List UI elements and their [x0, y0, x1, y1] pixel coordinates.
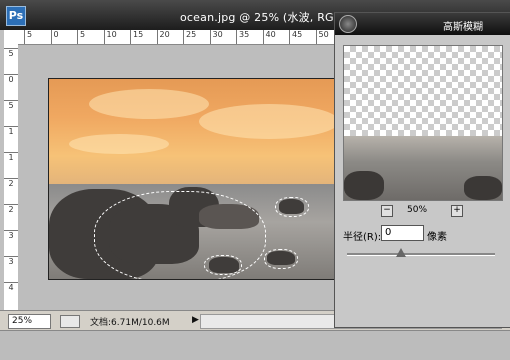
ruler-tick-label: 5 [77, 30, 85, 44]
ruler-tick-label: 35 [236, 30, 249, 44]
zoom-out-button[interactable]: − [381, 205, 393, 217]
ruler-tick-label: 25 [183, 30, 196, 44]
filter-preview[interactable] [343, 45, 503, 201]
ruler-tick-label: 50 [315, 30, 329, 44]
ruler-tick-label: 5 [4, 100, 18, 110]
preview-image [344, 136, 502, 200]
dialog-orb-icon [339, 15, 357, 33]
ruler-tick-label: 15 [130, 30, 143, 44]
ruler-tick-label: 1 [4, 152, 18, 162]
ruler-tick-label: 3 [4, 256, 18, 266]
radius-slider-track[interactable] [347, 253, 495, 256]
ruler-tick-label: 45 [289, 30, 302, 44]
zoom-level-field[interactable]: 25% [8, 314, 51, 329]
radius-label: 半径(R): [343, 232, 382, 243]
dialog-titlebar[interactable]: 高斯模糊 [335, 13, 510, 35]
selection-marquee [275, 197, 309, 217]
preview-zoom-level: 50% [407, 205, 428, 215]
ruler-tick-label: 0 [50, 30, 59, 44]
ruler-tick-label: 20 [156, 30, 170, 44]
ruler-tick-label: 4 [4, 282, 18, 292]
ruler-tick-label: 2 [4, 178, 18, 188]
ruler-origin[interactable] [4, 30, 19, 45]
radius-input[interactable]: 0 [381, 225, 424, 241]
photoshop-app-icon: Ps [6, 6, 26, 26]
selection-marquee [264, 249, 298, 269]
document-size-info: 文档:6.71M/10.6M [90, 318, 170, 328]
ruler-tick-label: 3 [4, 230, 18, 240]
gaussian-blur-dialog: 高斯模糊 − 50% + 半径(R): 0 像素 [334, 12, 510, 328]
ruler-tick-label: 30 [209, 30, 223, 44]
ruler-tick-label: 0 [4, 74, 18, 84]
status-menu-arrow-icon[interactable]: ▶ [192, 315, 199, 325]
ruler-tick-label: 5 [4, 48, 18, 58]
radius-unit-label: 像素 [427, 232, 447, 243]
ruler-tick-label: 2 [4, 204, 18, 214]
vertical-ruler[interactable]: 5 0 5 1 1 2 2 3 3 4 [4, 44, 19, 310]
ruler-tick-label: 40 [262, 30, 276, 44]
taskbar [0, 330, 510, 360]
ocean-photo[interactable] [48, 78, 334, 280]
canvas-area[interactable] [18, 45, 334, 310]
selection-marquee [204, 255, 242, 275]
horizontal-ruler[interactable]: 5 0 5 10 15 20 25 30 35 40 45 50 [18, 30, 334, 45]
zoom-in-button[interactable]: + [451, 205, 463, 217]
radius-slider-thumb[interactable] [396, 248, 406, 257]
sky [49, 79, 334, 189]
dialog-title: 高斯模糊 [443, 22, 483, 33]
ruler-tick-label: 1 [4, 126, 18, 136]
ruler-tick-label: 5 [24, 30, 32, 44]
document-icon[interactable] [60, 315, 80, 328]
ruler-tick-label: 10 [103, 30, 117, 44]
